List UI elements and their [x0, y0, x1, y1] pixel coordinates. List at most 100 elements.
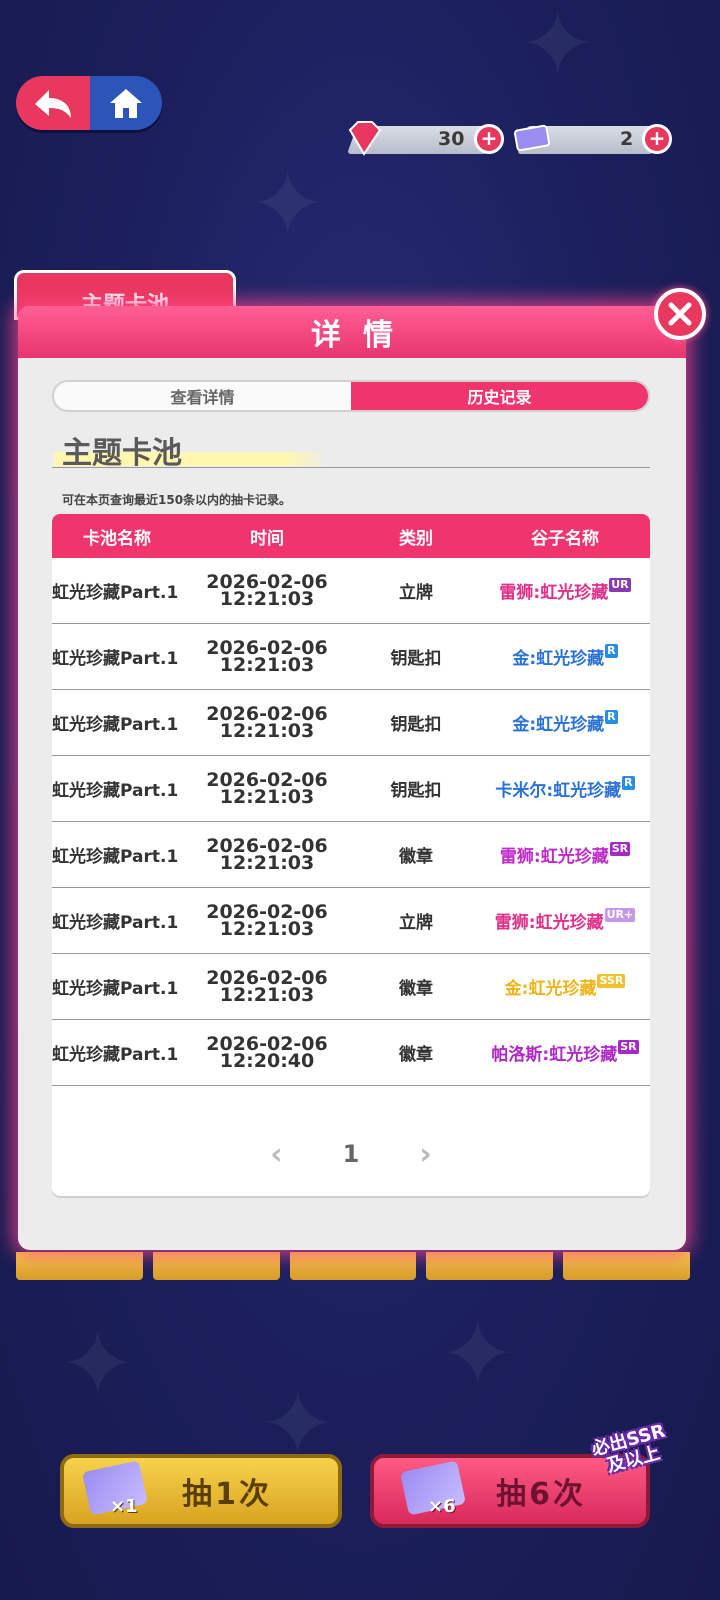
- section-title: 主题卡池: [62, 436, 182, 471]
- cell-pool: 虹光珍藏Part.1: [52, 979, 179, 999]
- cell-item: 卡米尔:虹光珍藏 R: [480, 776, 650, 801]
- table-row: 虹光珍藏Part.1 2026-02-06 12:21:03 立牌 雷狮:虹光珍藏 UR+: [52, 888, 650, 954]
- background-sparkle: ✦: [60, 1312, 136, 1417]
- cell-time: 2026-02-06 12:20:40: [182, 1034, 352, 1072]
- cell-time: 2026-02-06 12:21:03: [182, 770, 352, 806]
- card-thumb: [152, 1252, 280, 1280]
- cell-pool: 虹光珍藏Part.1: [52, 781, 179, 801]
- rarity-badge: UR+: [604, 908, 636, 922]
- cell-category: 立牌: [399, 583, 433, 603]
- rarity-badge: SR: [609, 842, 631, 856]
- cell-clock: 12:20:40: [219, 1049, 315, 1072]
- draw-six-label: 抽6次: [496, 1477, 586, 1512]
- rarity-badge: UR: [609, 578, 631, 592]
- draw-once-label: 抽1次: [182, 1477, 272, 1512]
- cell-pool: 虹光珍藏Part.1: [52, 847, 179, 867]
- close-button[interactable]: [654, 288, 706, 340]
- header-category: 类别: [399, 528, 433, 549]
- history-note: 可在本页查询最近150条以内的抽卡记录。: [62, 493, 292, 507]
- rarity-badge: R: [605, 644, 618, 658]
- history-table: 卡池名称 时间 类别 谷子名称 虹光珍藏Part.1 2026-02-06 12:2…: [52, 514, 650, 1196]
- cell-item: 金:虹光珍藏 R: [480, 644, 650, 669]
- guarantee-ssr-tag: 必出SSR及以上: [589, 1420, 668, 1477]
- details-modal: 详情 查看详情 历史记录 主题卡池 可在本页查询最近150条以内的抽卡记录。 卡…: [18, 306, 686, 1250]
- draw-six-count: ×6: [428, 1496, 456, 1517]
- cell-clock: 12:21:03: [219, 653, 315, 676]
- cell-pool: 虹光珍藏Part.1: [52, 715, 179, 735]
- cell-clock: 12:21:03: [219, 983, 315, 1006]
- cell-clock: 12:21:03: [219, 851, 315, 874]
- cell-category: 钥匙扣: [390, 649, 442, 669]
- item-name: 雷狮:虹光珍藏: [499, 847, 609, 867]
- card-thumb: [563, 1252, 690, 1280]
- cell-item: 帕洛斯:虹光珍藏 SR: [480, 1040, 650, 1065]
- rarity-badge: R: [622, 776, 635, 790]
- ticket-icon: [513, 124, 551, 152]
- modal-header: 详情: [18, 306, 686, 358]
- background-sparkle: ✦: [440, 1302, 516, 1407]
- page-number: 1: [342, 1140, 360, 1168]
- cell-pool: 虹光珍藏Part.1: [52, 913, 179, 933]
- add-tickets-button[interactable]: +: [642, 124, 672, 154]
- card-thumb: [16, 1252, 143, 1280]
- cell-category: 立牌: [399, 913, 433, 933]
- table-header: 卡池名称 时间 类别 谷子名称: [52, 514, 650, 558]
- table-row: 虹光珍藏Part.1 2026-02-06 12:21:03 徽章 金:虹光珍藏 SSR: [52, 954, 650, 1020]
- cell-clock: 12:21:03: [219, 587, 315, 610]
- cell-item: 雷狮:虹光珍藏 SR: [480, 842, 650, 867]
- cell-category: 钥匙扣: [390, 781, 442, 801]
- cell-item: 金:虹光珍藏 SSR: [480, 974, 650, 999]
- item-name: 金:虹光珍藏: [504, 979, 597, 999]
- cell-pool: 虹光珍藏Part.1: [52, 583, 179, 603]
- rarity-badge: R: [605, 710, 618, 724]
- item-name: 金:虹光珍藏: [512, 715, 605, 735]
- rarity-badge: SSR: [597, 974, 626, 988]
- back-arrow-icon: [35, 90, 71, 118]
- cell-time: 2026-02-06 12:21:03: [182, 638, 352, 676]
- header-time: 时间: [250, 528, 284, 549]
- close-icon: [668, 302, 692, 326]
- cell-clock: 12:21:03: [219, 917, 315, 940]
- cell-pool: 虹光珍藏Part.1: [52, 1045, 179, 1065]
- draw-once-count: ×1: [110, 1496, 138, 1517]
- chevron-right-icon[interactable]: ›: [419, 1137, 431, 1172]
- cell-time: 2026-02-06 12:21:03: [182, 836, 352, 874]
- cell-pool: 虹光珍藏Part.1: [52, 649, 179, 669]
- cell-time: 2026-02-06 12:21:03: [182, 902, 352, 940]
- background-sparkle: ✦: [250, 152, 326, 257]
- table-row: 虹光珍藏Part.1 2026-02-06 12:21:03 钥匙扣 卡米尔:虹光珍藏 R: [52, 756, 650, 822]
- home-icon: [110, 89, 142, 118]
- cell-time: 2026-02-06 12:21:03: [182, 572, 352, 610]
- ticket-count: 2: [620, 128, 634, 150]
- table-row: 虹光珍藏Part.1 2026-02-06 12:21:03 立牌 雷狮:虹光珍藏 UR: [52, 558, 650, 624]
- card-strip: [16, 1252, 690, 1280]
- cell-category: 徽章: [399, 1045, 433, 1065]
- chevron-left-icon[interactable]: ‹: [270, 1137, 282, 1172]
- item-name: 雷狮:虹光珍藏: [494, 913, 604, 933]
- cell-item: 金:虹光珍藏 R: [480, 710, 650, 735]
- tab-history[interactable]: 历史记录: [351, 382, 648, 410]
- ruby-gem-icon: [348, 121, 382, 156]
- add-gems-button[interactable]: +: [474, 124, 504, 154]
- rarity-badge: SR: [618, 1040, 639, 1054]
- item-name: 金:虹光珍藏: [512, 649, 605, 669]
- cell-item: 雷狮:虹光珍藏 UR: [480, 578, 650, 603]
- tab-view-details[interactable]: 查看详情: [54, 382, 351, 410]
- cell-time: 2026-02-06 12:21:03: [182, 968, 352, 1006]
- gem-count: 30: [438, 128, 465, 150]
- cell-time: 2026-02-06 12:21:03: [182, 704, 352, 742]
- table-row: 虹光珍藏Part.1 2026-02-06 12:20:40 徽章 帕洛斯:虹光珍藏 SR: [52, 1020, 650, 1086]
- pagination: ‹ 1 ›: [52, 1134, 650, 1174]
- table-row: 虹光珍藏Part.1 2026-02-06 12:21:03 徽章 雷狮:虹光珍藏 SR: [52, 822, 650, 888]
- home-button[interactable]: [90, 76, 162, 130]
- table-body: 虹光珍藏Part.1 2026-02-06 12:21:03 立牌 雷狮:虹光珍藏 UR 虹…: [52, 558, 650, 1086]
- item-name: 雷狮:虹光珍藏: [499, 583, 609, 603]
- top-nav: [16, 76, 162, 130]
- cell-clock: 12:21:03: [219, 719, 315, 742]
- back-button[interactable]: [16, 76, 90, 130]
- modal-title: 详情: [311, 318, 415, 353]
- header-pool: 卡池名称: [83, 528, 151, 549]
- item-name: 帕洛斯:虹光珍藏: [491, 1045, 618, 1065]
- cell-category: 徽章: [399, 847, 433, 867]
- background-sparkle: ✦: [520, 0, 596, 97]
